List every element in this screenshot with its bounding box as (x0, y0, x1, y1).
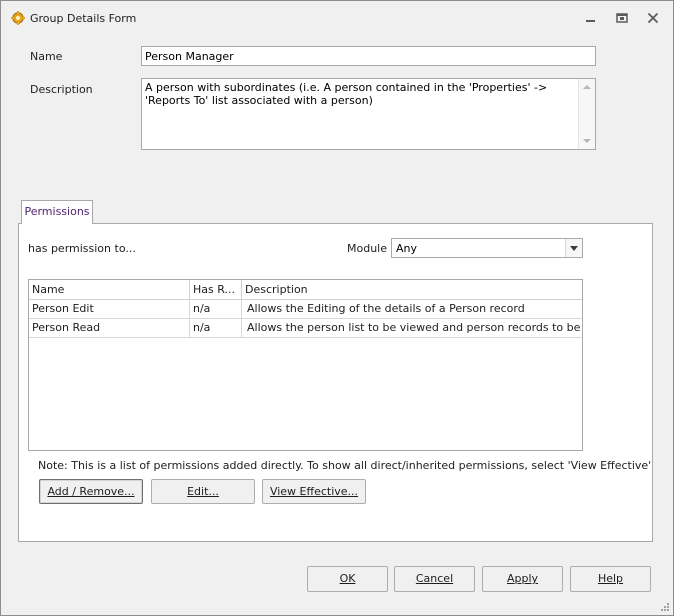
table-header: Name Has R... Description (29, 280, 582, 300)
scroll-down-icon[interactable] (583, 139, 591, 143)
module-select[interactable]: Any (391, 238, 583, 258)
view-effective-label: View Effective... (269, 485, 359, 498)
description-text: A person with subordinates (i.e. A perso… (145, 81, 548, 107)
row-description: Allows the person list to be viewed and … (247, 321, 582, 334)
chevron-down-icon[interactable] (565, 239, 582, 257)
window-title: Group Details Form (30, 12, 137, 25)
cancel-button[interactable]: Cancel (394, 566, 475, 592)
add-remove-label: Add / Remove... (47, 485, 135, 498)
apply-label: Apply (506, 572, 539, 585)
name-field[interactable]: Person Manager (141, 46, 596, 66)
row-name: Person Edit (29, 300, 190, 318)
row-name: Person Read (29, 319, 190, 337)
name-label: Name (30, 50, 63, 63)
tab-permissions[interactable]: Permissions (21, 200, 93, 224)
minimize-icon[interactable] (580, 10, 602, 26)
permissions-heading: has permission to... (28, 242, 136, 255)
description-scrollbar[interactable] (578, 79, 595, 149)
close-icon[interactable] (642, 10, 664, 26)
cancel-label: Cancel (415, 572, 454, 585)
permissions-note: Note: This is a list of permissions adde… (38, 459, 652, 472)
edit-label: Edit... (187, 485, 219, 498)
view-effective-button[interactable]: View Effective... (262, 479, 366, 504)
column-header-has-rights[interactable]: Has R... (190, 280, 242, 300)
table-row[interactable]: Person Read n/a Allows the person list t… (29, 319, 582, 338)
row-has-rights: n/a (190, 300, 242, 318)
ok-button[interactable]: OK (307, 566, 388, 592)
module-select-value: Any (396, 242, 418, 255)
help-label: Help (597, 572, 624, 585)
ok-label: OK (339, 572, 356, 585)
add-remove-button[interactable]: Add / Remove... (39, 479, 143, 504)
module-label: Module (347, 242, 387, 255)
row-description: Allows the Editing of the details of a P… (247, 302, 525, 315)
description-label: Description (30, 83, 93, 96)
restore-icon[interactable] (611, 10, 633, 26)
title-bar[interactable]: Group Details Form (1, 1, 673, 35)
gear-group-icon (10, 10, 26, 26)
permissions-table[interactable]: Name Has R... Description Person Edit n/… (28, 279, 583, 451)
resize-grip-icon[interactable] (660, 602, 670, 612)
apply-button[interactable]: Apply (482, 566, 563, 592)
scroll-up-icon[interactable] (583, 85, 591, 89)
table-row[interactable]: Person Edit n/a Allows the Editing of th… (29, 300, 582, 319)
column-header-description[interactable]: Description (242, 280, 582, 300)
edit-button[interactable]: Edit... (151, 479, 255, 504)
group-details-window: Group Details Form Name Person Manager D… (0, 0, 674, 616)
column-header-name[interactable]: Name (29, 280, 190, 300)
help-button[interactable]: Help (570, 566, 651, 592)
description-field[interactable]: A person with subordinates (i.e. A perso… (141, 78, 596, 150)
row-has-rights: n/a (190, 319, 242, 337)
